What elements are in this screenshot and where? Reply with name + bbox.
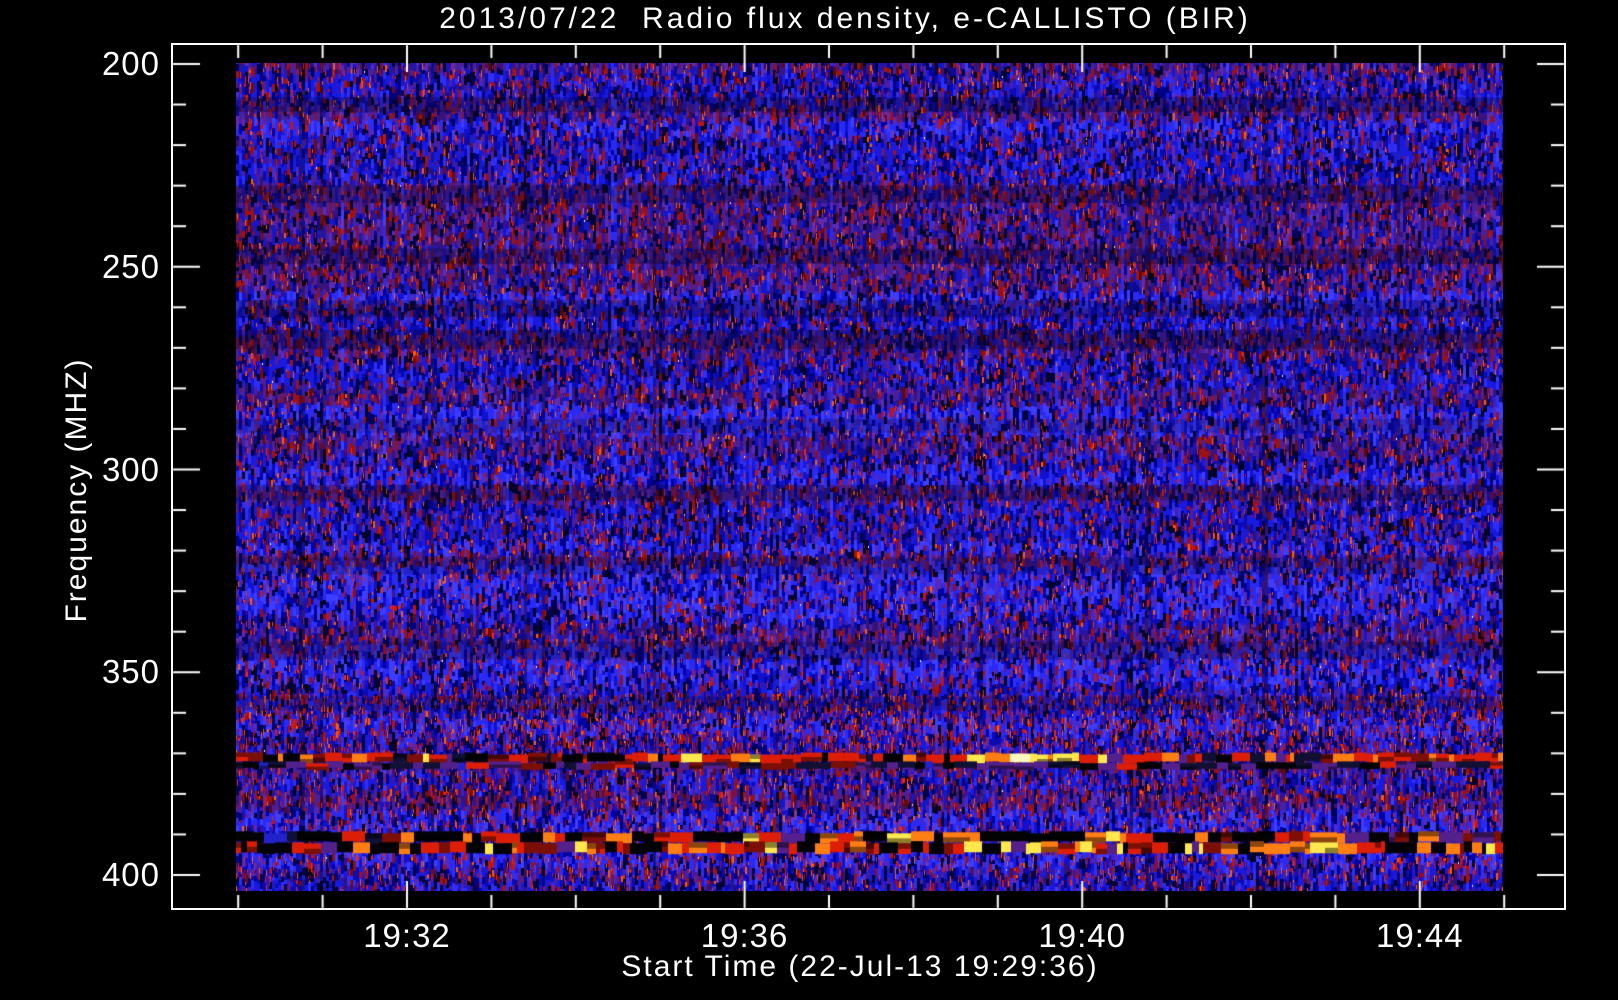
y-axis-title: Frequency (MHZ) [60,357,93,623]
y-tick-label-250: 250 [101,247,160,285]
y-tick-label-200: 200 [101,45,160,82]
y-tick-label-400: 400 [101,856,160,893]
y-tick-label-350: 350 [101,653,160,691]
spectrogram-page: 2013/07/22 Radio flux density, e-CALLIST… [0,0,1618,1000]
x-axis-title: Start Time (22-Jul-13 19:29:36) [621,950,1099,983]
plot-frame [171,43,1566,910]
